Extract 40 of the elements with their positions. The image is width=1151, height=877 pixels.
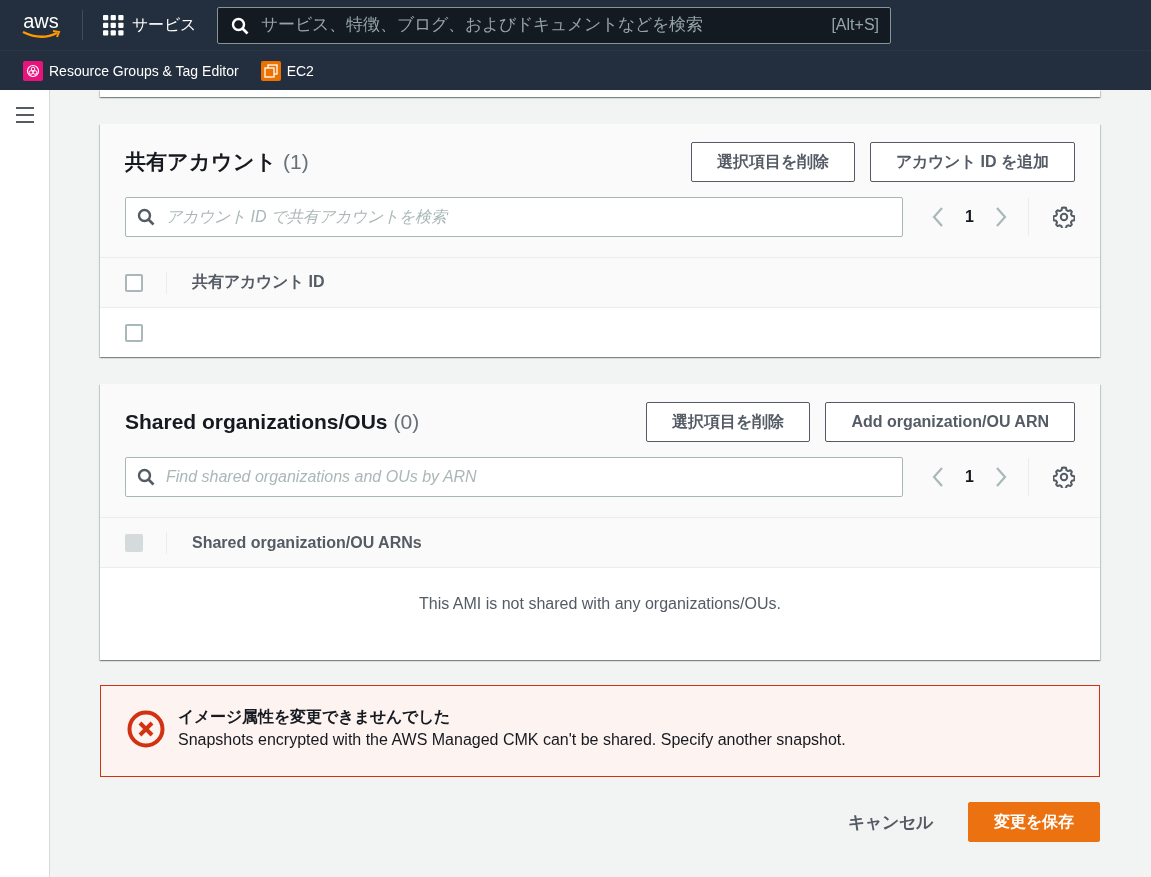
- next-page-icon[interactable]: [994, 466, 1008, 488]
- menu-icon: [14, 106, 35, 124]
- alert-message: Snapshots encrypted with the AWS Managed CMK can't be shared. Specify another snapshot.: [178, 730, 846, 750]
- delete-selected-button[interactable]: 選択項目を削除: [691, 142, 856, 182]
- cancel-button[interactable]: キャンセル: [848, 810, 933, 834]
- grid-icon: [103, 14, 124, 36]
- checkbox[interactable]: [125, 323, 143, 342]
- services-menu-button[interactable]: サービス: [103, 14, 196, 36]
- search-icon: [231, 16, 249, 35]
- previous-page-icon[interactable]: [931, 466, 946, 488]
- settings-icon[interactable]: [1053, 466, 1075, 488]
- column-header: Shared organization/OU ARNs: [192, 533, 422, 552]
- previous-page-icon[interactable]: [931, 206, 946, 228]
- add-button[interactable]: Add organization/OU ARN: [825, 402, 1075, 442]
- search-icon: [137, 208, 155, 226]
- logo[interactable]: aws: [20, 11, 62, 39]
- search-field[interactable]: アカウント ID で共有アカウントを検索: [125, 197, 904, 237]
- empty-state-message: This AMI is not shared with any organizations/OUs.: [418, 594, 782, 614]
- add-button[interactable]: アカウント ID を追加: [870, 142, 1075, 182]
- circles-icon: [23, 60, 43, 81]
- error-icon: [126, 709, 166, 749]
- delete-selected-button[interactable]: 選択項目を削除: [646, 402, 811, 442]
- alert-title: イメージ属性を変更できませんでした: [178, 707, 451, 727]
- search-field[interactable]: Find shared organizations and OUs by ARN: [125, 457, 904, 497]
- favorite-link[interactable]: Resource Groups & Tag Editor: [23, 60, 239, 81]
- item-count: (0): [393, 410, 420, 434]
- panel-title: Shared organizations/OUs: [125, 410, 388, 434]
- smile-arrow-icon: [21, 29, 61, 39]
- page-number[interactable]: 1: [965, 208, 974, 226]
- checkbox[interactable]: [125, 273, 143, 292]
- settings-icon[interactable]: [1053, 206, 1075, 228]
- squares-icon: [260, 60, 281, 81]
- page-number[interactable]: 1: [965, 468, 974, 486]
- shortcut-hint: [Alt+S]: [831, 15, 879, 34]
- search-icon: [137, 468, 155, 486]
- favorite-link[interactable]: EC2: [260, 60, 314, 81]
- next-page-icon[interactable]: [994, 206, 1008, 228]
- panel-title: 共有アカウント: [125, 149, 277, 175]
- column-header: 共有アカウント ID: [192, 272, 325, 292]
- item-count: (1): [283, 150, 309, 174]
